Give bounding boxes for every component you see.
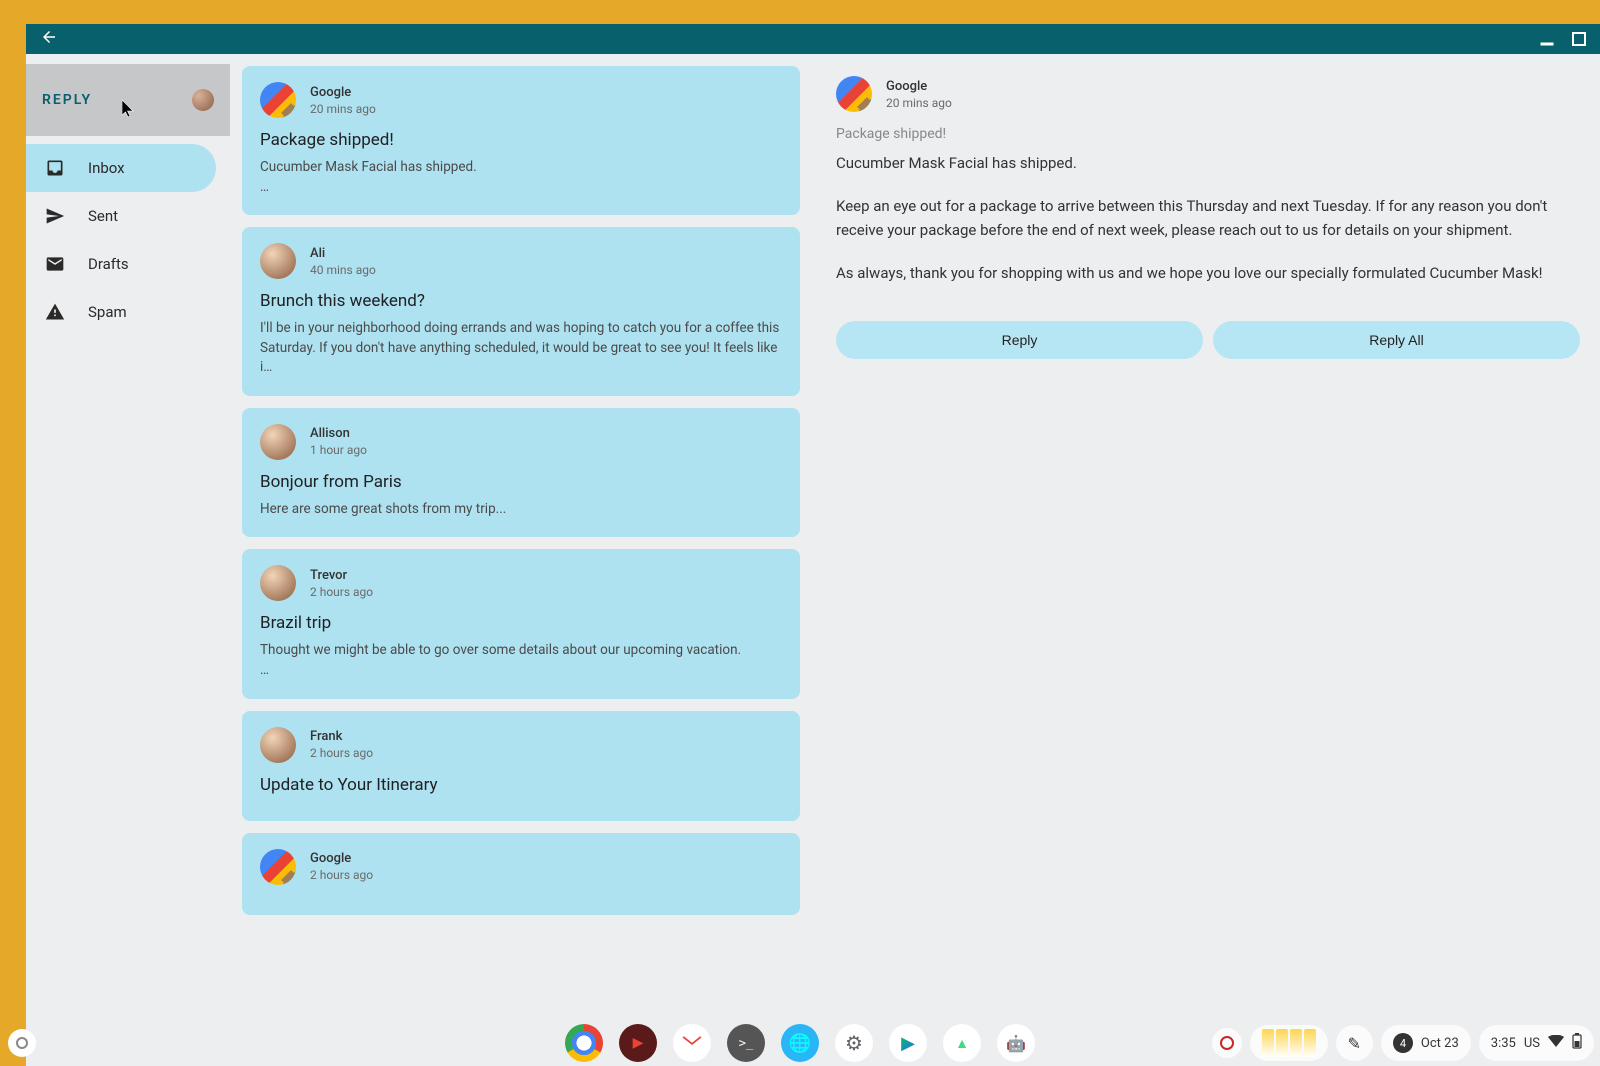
notification-badge: 4 <box>1393 1033 1413 1053</box>
taskbar-dock <box>565 1024 1035 1062</box>
detail-body: Cucumber Mask Facial has shipped. Keep a… <box>836 152 1580 305</box>
tray-running-apps[interactable] <box>1250 1025 1328 1061</box>
gmail-icon[interactable] <box>673 1024 711 1062</box>
sidebar-header: REPLY <box>26 64 230 136</box>
message-preview: Thought we might be able to go over some… <box>260 641 782 661</box>
message-preview: Here are some great shots from my trip..… <box>260 500 782 520</box>
detail-sender: Google <box>886 79 952 94</box>
wifi-icon <box>1548 1035 1564 1051</box>
youtube-icon[interactable] <box>619 1024 657 1062</box>
sender-avatar <box>260 82 296 118</box>
reply-button[interactable]: Reply <box>836 321 1203 359</box>
message-card[interactable]: Google 2 hours ago <box>242 833 800 915</box>
tray-locale: US <box>1524 1036 1540 1051</box>
sidebar-item-label: Sent <box>88 207 118 225</box>
message-preview-more: … <box>260 178 782 198</box>
detail-paragraph: Keep an eye out for a package to arrive … <box>836 195 1580 242</box>
android-icon[interactable] <box>997 1024 1035 1062</box>
back-arrow-icon[interactable] <box>40 28 58 50</box>
terminal-icon[interactable] <box>727 1024 765 1062</box>
message-subject: Brazil trip <box>260 613 782 633</box>
message-preview: Cucumber Mask Facial has shipped. <box>260 158 782 178</box>
message-list: Google 20 mins ago Package shipped! Cucu… <box>230 54 810 1066</box>
message-time: 2 hours ago <box>310 868 373 882</box>
sender-avatar <box>260 727 296 763</box>
tray-notifications[interactable]: 4 Oct 23 <box>1381 1025 1471 1061</box>
message-card[interactable]: Trevor 2 hours ago Brazil trip Thought w… <box>242 549 800 698</box>
window-titlebar <box>26 24 1600 54</box>
message-detail: Google 20 mins ago Package shipped! Cucu… <box>810 54 1600 1066</box>
message-card[interactable]: Google 20 mins ago Package shipped! Cucu… <box>242 66 800 215</box>
sidebar-item-inbox[interactable]: Inbox <box>26 144 216 192</box>
play-store-icon[interactable] <box>889 1024 927 1062</box>
detail-paragraph: Cucumber Mask Facial has shipped. <box>836 152 1580 175</box>
spam-icon <box>44 301 66 323</box>
message-card[interactable]: Frank 2 hours ago Update to Your Itinera… <box>242 711 800 821</box>
message-sender: Frank <box>310 729 373 744</box>
message-time: 1 hour ago <box>310 443 367 457</box>
tray-status[interactable]: 3:35 US <box>1479 1025 1594 1061</box>
maximize-button[interactable] <box>1572 32 1586 46</box>
settings-icon[interactable] <box>835 1024 873 1062</box>
message-sender: Trevor <box>310 568 373 583</box>
inbox-icon <box>44 157 66 179</box>
message-preview-more: … <box>260 661 782 681</box>
chrome-icon[interactable] <box>565 1024 603 1062</box>
message-subject: Update to Your Itinerary <box>260 775 782 795</box>
message-time: 20 mins ago <box>310 102 376 116</box>
sender-avatar <box>260 565 296 601</box>
message-subject: Brunch this weekend? <box>260 291 782 311</box>
sidebar-item-label: Spam <box>88 303 127 321</box>
sender-avatar <box>260 424 296 460</box>
launcher-button[interactable] <box>8 1029 36 1057</box>
drafts-icon <box>44 253 66 275</box>
message-card[interactable]: Allison 1 hour ago Bonjour from Paris He… <box>242 408 800 538</box>
reply-all-button[interactable]: Reply All <box>1213 321 1580 359</box>
sidebar-item-spam[interactable]: Spam <box>26 288 216 336</box>
sender-avatar <box>260 849 296 885</box>
sidebar-item-drafts[interactable]: Drafts <box>26 240 216 288</box>
tray-pen[interactable] <box>1336 1025 1373 1061</box>
message-card[interactable]: Ali 40 mins ago Brunch this weekend? I'l… <box>242 227 800 396</box>
screen-record-icon[interactable] <box>1212 1028 1242 1058</box>
message-subject: Bonjour from Paris <box>260 472 782 492</box>
battery-icon <box>1572 1033 1582 1053</box>
app-title: REPLY <box>42 92 92 108</box>
message-sender: Ali <box>310 246 376 261</box>
message-subject: Package shipped! <box>260 130 782 150</box>
message-time: 40 mins ago <box>310 263 376 277</box>
pen-icon <box>1348 1034 1361 1053</box>
sidebar-item-label: Inbox <box>88 159 125 177</box>
browser-icon[interactable] <box>781 1024 819 1062</box>
detail-time: 20 mins ago <box>886 96 952 110</box>
tray-date: Oct 23 <box>1421 1036 1459 1051</box>
send-icon <box>44 205 66 227</box>
minimize-button[interactable] <box>1540 32 1554 46</box>
sidebar: REPLY Inbox Sent Drafts Spam <box>26 54 230 1066</box>
detail-subject: Package shipped! <box>836 126 1580 142</box>
message-sender: Google <box>310 851 373 866</box>
android-studio-icon[interactable] <box>943 1024 981 1062</box>
sidebar-item-sent[interactable]: Sent <box>26 192 216 240</box>
message-sender: Google <box>310 85 376 100</box>
message-preview: I'll be in your neighborhood doing erran… <box>260 319 782 378</box>
desktop-frame: REPLY Inbox Sent Drafts Spam <box>0 0 1600 1066</box>
message-time: 2 hours ago <box>310 585 373 599</box>
message-time: 2 hours ago <box>310 746 373 760</box>
profile-avatar[interactable] <box>192 89 214 111</box>
sender-avatar <box>260 243 296 279</box>
tray-time: 3:35 <box>1491 1036 1516 1051</box>
app-window: REPLY Inbox Sent Drafts Spam <box>26 24 1600 1066</box>
detail-paragraph: As always, thank you for shopping with u… <box>836 262 1580 285</box>
message-sender: Allison <box>310 426 367 441</box>
taskbar: 4 Oct 23 3:35 US <box>0 1020 1600 1066</box>
sidebar-item-label: Drafts <box>88 255 129 273</box>
sender-avatar <box>836 76 872 112</box>
